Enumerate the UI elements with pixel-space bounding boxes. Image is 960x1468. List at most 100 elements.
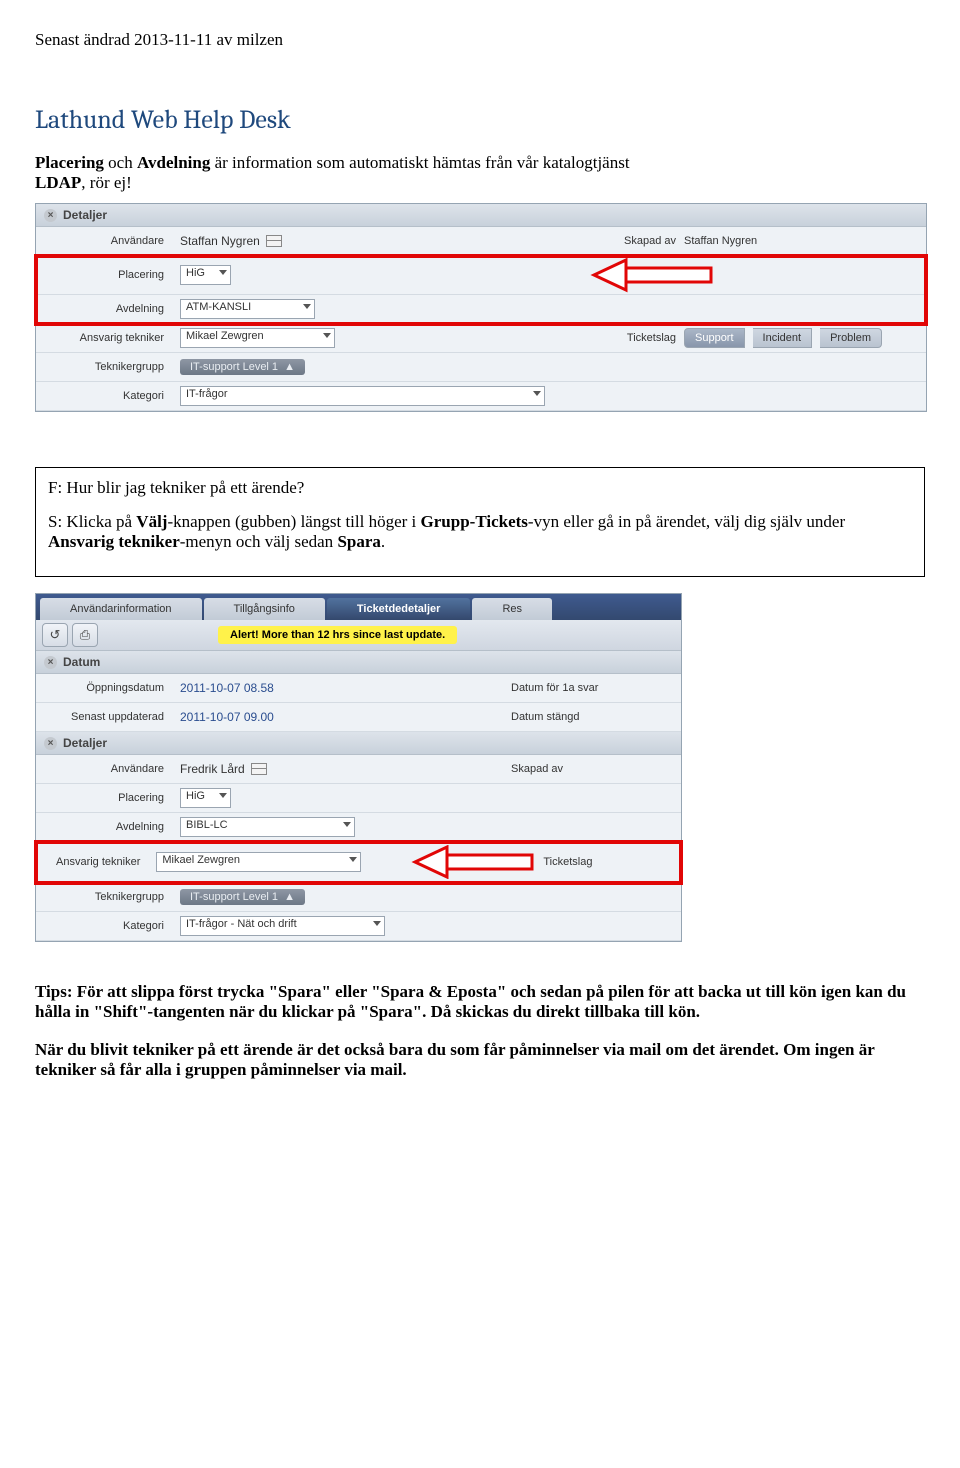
tab-bar: Användarinformation Tillgångsinfo Ticket…	[36, 594, 681, 620]
label-skapad: Skapad av	[586, 235, 676, 247]
toolbar: ↺ ⎙ Alert! More than 12 hrs since last u…	[36, 620, 681, 651]
faq-box: F: Hur blir jag tekniker på ett ärende? …	[35, 467, 925, 577]
page-title: Lathund Web Help Desk	[35, 105, 925, 135]
chevron-up-icon: ▲	[284, 891, 295, 903]
arrow-left-icon	[407, 845, 537, 879]
label-anv2: Användare	[36, 759, 174, 779]
close-icon[interactable]: ×	[44, 209, 57, 222]
back-icon[interactable]: ↺	[42, 623, 68, 647]
chevron-down-icon	[219, 793, 227, 798]
select-tek2-value: Mikael Zewgren	[162, 854, 240, 866]
value-senast: 2011-10-07 09.00	[180, 710, 274, 724]
select-placering-value: HiG	[186, 267, 205, 279]
select-tekniker-value: Mikael Zewgren	[186, 330, 264, 342]
tab-tillgang[interactable]: Tillgångsinfo	[204, 598, 325, 620]
label-ticketslag: Ticketslag	[586, 332, 676, 344]
faq-t: .	[381, 532, 385, 551]
label-svar: Datum för 1a svar	[511, 682, 598, 694]
section-title: Detaljer	[63, 208, 107, 222]
chip-grp2[interactable]: IT-support Level 1 ▲	[180, 889, 305, 905]
arrow-left-icon	[586, 256, 716, 294]
tips-paragraph-2: När du blivit tekniker på ett ärende är …	[35, 1040, 925, 1080]
alert-banner: Alert! More than 12 hrs since last updat…	[218, 626, 457, 644]
faq-t: -menyn och välj sedan	[180, 532, 338, 551]
select-kategori[interactable]: IT-frågor	[180, 386, 545, 406]
section-datum[interactable]: × Datum	[36, 651, 681, 674]
faq-b: Ansvarig tekniker	[48, 532, 180, 551]
section-title: Detaljer	[63, 736, 107, 750]
label-tekniker: Ansvarig tekniker	[36, 328, 174, 348]
pill-problem[interactable]: Problem	[820, 328, 882, 348]
chevron-down-icon	[533, 391, 541, 396]
label-avdelning: Avdelning	[36, 299, 174, 319]
label-oppn: Öppningsdatum	[36, 678, 174, 698]
section-detaljer2[interactable]: × Detaljer	[36, 732, 681, 755]
chip-grupp[interactable]: IT-support Level 1 ▲	[180, 359, 305, 375]
faq-t: -knappen (gubben) längst till höger i	[167, 512, 420, 531]
select-avd2[interactable]: BIBL-LC	[180, 817, 355, 837]
chevron-up-icon: ▲	[284, 361, 295, 373]
faq-t: -vyn eller gå in på ärendet, välj dig sj…	[528, 512, 845, 531]
section-header[interactable]: × Detaljer	[36, 204, 926, 227]
label-senast: Senast uppdaterad	[36, 707, 174, 727]
section-title: Datum	[63, 655, 100, 669]
label-kat2: Kategori	[36, 916, 174, 936]
select-placering[interactable]: HiG	[180, 265, 231, 285]
value-anvandare: Staffan Nygren	[180, 234, 260, 248]
mail-icon[interactable]	[266, 235, 282, 247]
label-grupp: Teknikergrupp	[36, 357, 174, 377]
tips-section: Tips: För att slippa först trycka "Spara…	[35, 982, 925, 1080]
tab-ticketdetails[interactable]: Ticketdedetaljer	[327, 598, 471, 620]
label-anvandare: Användare	[36, 231, 174, 251]
intro-paragraph: Placering och Avdelning är information s…	[35, 153, 925, 193]
select-avdelning[interactable]: ATM-KANSLI	[180, 299, 315, 319]
mail-icon[interactable]	[251, 763, 267, 775]
close-icon[interactable]: ×	[44, 737, 57, 750]
tips-paragraph-1: Tips: För att slippa först trycka "Spara…	[35, 982, 925, 1022]
intro-b1: Placering	[35, 153, 104, 172]
label-avd2: Avdelning	[36, 817, 174, 837]
chip-grupp-value: IT-support Level 1	[190, 361, 278, 373]
faq-t: S: Klicka på	[48, 512, 136, 531]
label-grp2: Teknikergrupp	[36, 887, 174, 907]
select-kat2[interactable]: IT-frågor - Nät och drift	[180, 916, 385, 936]
print-icon[interactable]: ⎙	[72, 623, 98, 647]
intro-b3: LDAP	[35, 173, 81, 192]
chip-grp2-value: IT-support Level 1	[190, 891, 278, 903]
label-tek2: Ansvarig tekniker	[36, 852, 150, 872]
label-stangd: Datum stängd	[511, 711, 579, 723]
label-plac2: Placering	[36, 788, 174, 808]
intro-t2: är information som automatiskt hämtas fr…	[210, 153, 629, 172]
chevron-down-icon	[219, 270, 227, 275]
label-kategori: Kategori	[36, 386, 174, 406]
value-oppn: 2011-10-07 08.58	[180, 681, 274, 695]
pill-incident[interactable]: Incident	[753, 328, 813, 348]
select-tek2[interactable]: Mikael Zewgren	[156, 852, 361, 872]
select-kategori-value: IT-frågor	[186, 388, 228, 400]
faq-question: F: Hur blir jag tekniker på ett ärende?	[48, 478, 912, 498]
faq-b: Grupp-Tickets	[421, 512, 528, 531]
highlight-box: Placering HiG Avdelning ATM-KANSLI	[36, 256, 926, 324]
pill-support[interactable]: Support	[684, 328, 745, 348]
screenshot-ticketdetails: Användarinformation Tillgångsinfo Ticket…	[35, 593, 682, 942]
select-avd2-value: BIBL-LC	[186, 819, 228, 831]
chevron-down-icon	[373, 921, 381, 926]
label-skapad2: Skapad av	[511, 763, 563, 775]
faq-b: Välj	[136, 512, 167, 531]
faq-b: Spara	[337, 532, 380, 551]
select-avdelning-value: ATM-KANSLI	[186, 301, 251, 313]
select-plac2[interactable]: HiG	[180, 788, 231, 808]
chevron-down-icon	[323, 333, 331, 338]
value-skapad: Staffan Nygren	[684, 235, 757, 247]
page-header: Senast ändrad 2013-11-11 av milzen	[35, 30, 925, 50]
chevron-down-icon	[343, 822, 351, 827]
tab-userinfo[interactable]: Användarinformation	[40, 598, 202, 620]
label-tslag2: Ticketslag	[543, 856, 592, 868]
select-kat2-value: IT-frågor - Nät och drift	[186, 918, 297, 930]
close-icon[interactable]: ×	[44, 656, 57, 669]
chevron-down-icon	[303, 304, 311, 309]
intro-b2: Avdelning	[137, 153, 210, 172]
select-tekniker[interactable]: Mikael Zewgren	[180, 328, 335, 348]
tab-res[interactable]: Res	[472, 598, 552, 620]
intro-t3: , rör ej!	[81, 173, 132, 192]
